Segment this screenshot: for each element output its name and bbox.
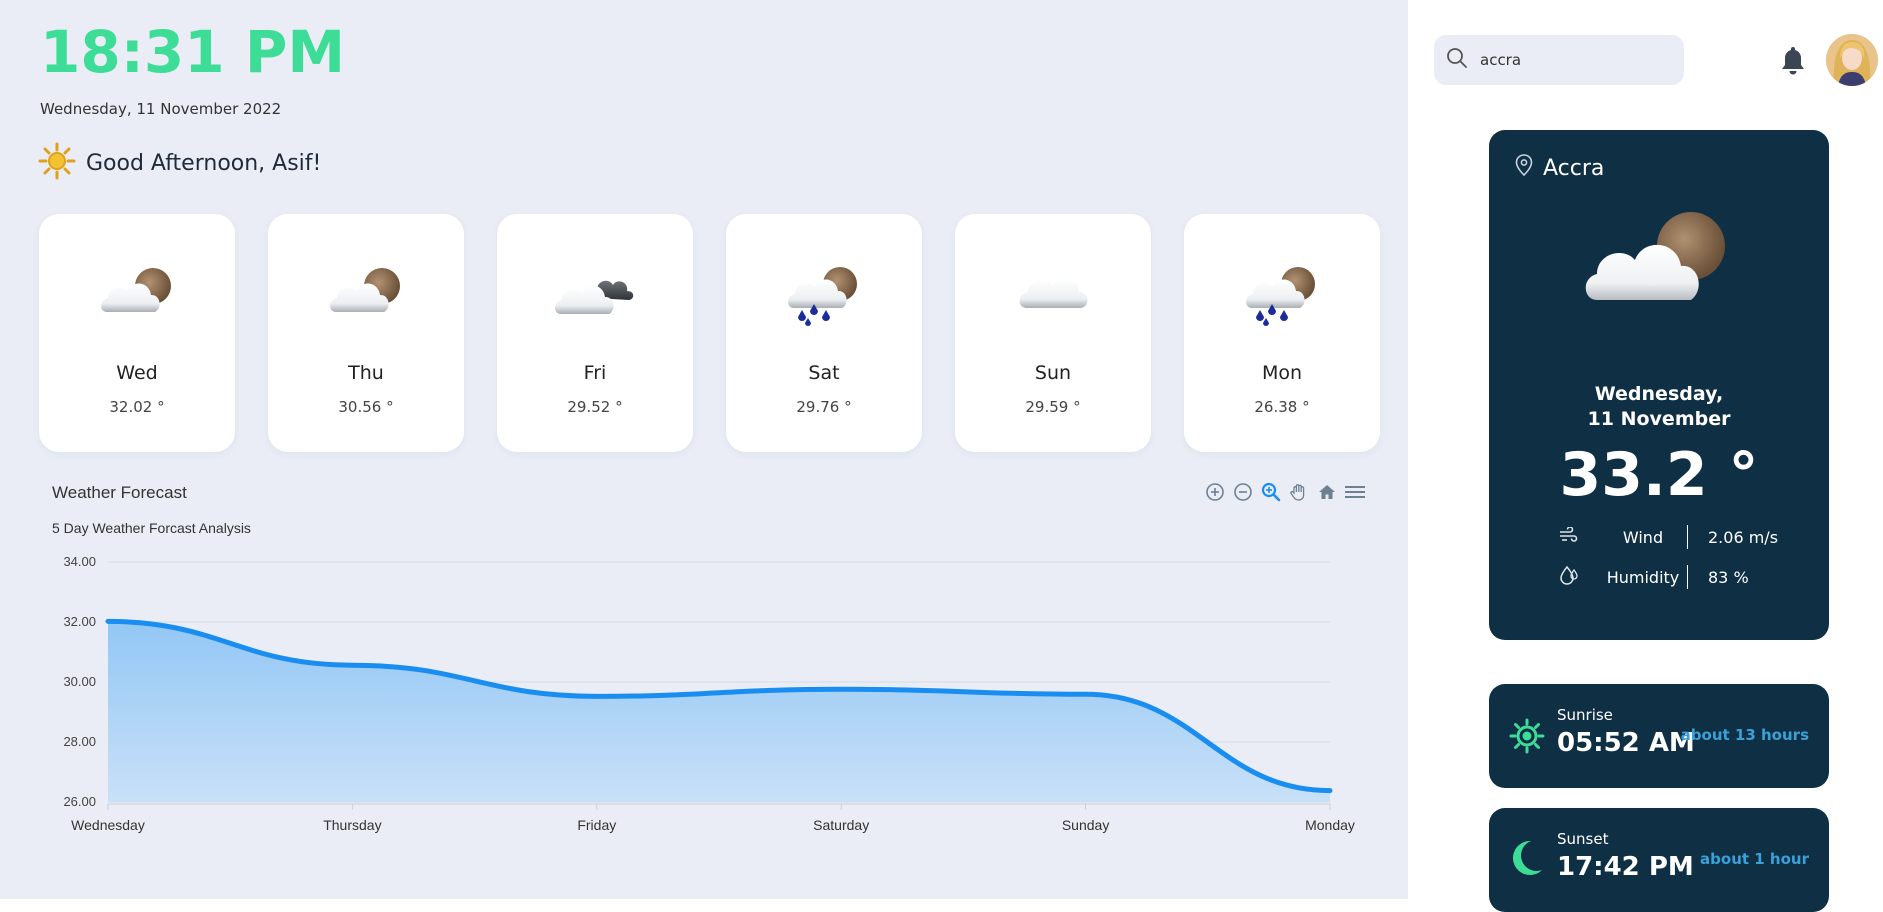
cloud-dark-cloud-icon [497, 264, 693, 334]
forecast-day: Sun [1034, 362, 1072, 384]
weather-forecast-chart: 34.00 32.00 30.00 28.00 26.00 Wednesday Thursd… [40, 475, 1380, 855]
sun-icon [38, 142, 76, 184]
forecast-card[interactable]: Thu 30.56 ° [268, 214, 464, 452]
location: Accra [1515, 154, 1604, 182]
forecast-card[interactable]: Wed 32.02 ° [39, 214, 235, 452]
chart-subtitle: 5 Day Weather Forcast Analysis [52, 520, 251, 536]
x-tick-label: Saturday [813, 817, 869, 833]
location-pin-icon [1515, 154, 1533, 182]
sunrise-relative: about 13 hours [1680, 726, 1809, 744]
sunrise-label: Sunrise [1557, 706, 1613, 724]
sunset-label: Sunset [1557, 830, 1609, 848]
forecast-card[interactable]: Sun 29.59 ° [955, 214, 1151, 452]
chart-toolbar [1204, 481, 1366, 503]
wind-label: Wind [1622, 527, 1664, 547]
wind-icon [1559, 526, 1599, 547]
greeting: Good Afternoon, Asif! [38, 142, 321, 184]
zoom-in-icon[interactable] [1204, 481, 1226, 503]
bell-icon[interactable] [1778, 44, 1808, 80]
clock: 18:31 PM [40, 18, 346, 86]
sunset-relative: about 1 hour [1700, 850, 1809, 868]
menu-icon[interactable] [1344, 481, 1366, 503]
forecast-cards: Wed 32.02 ° Thu 30.56 ° Fri 29.52 ° Sat 29.76 °… [39, 214, 1380, 452]
humidity-row: Humidity 83 % [1559, 565, 1799, 589]
humidity-value: 83 % [1708, 567, 1749, 587]
zoom-selection-icon[interactable] [1260, 481, 1282, 503]
rain-sun-icon [1184, 264, 1380, 334]
y-tick-label: 34.00 [63, 554, 96, 569]
forecast-day: Thu [348, 362, 384, 384]
search-box[interactable] [1434, 35, 1684, 85]
sidebar: Accra Wednesday, 11 November 33.2 ° Wind… [1408, 0, 1883, 912]
forecast-day: Mon [1261, 362, 1303, 384]
sunrise-card: Sunrise 05:52 AM about 13 hours [1489, 684, 1829, 788]
forecast-temp: 26.38 ° [1254, 398, 1310, 416]
current-date: Wednesday, 11 November 2022 [40, 100, 282, 118]
sunset-card: Sunset 17:42 PM about 1 hour [1489, 808, 1829, 912]
y-tick-label: 30.00 [63, 674, 96, 689]
x-tick-label: Wednesday [71, 817, 145, 833]
forecast-temp: 29.52 ° [567, 398, 623, 416]
cloud-icon [955, 264, 1151, 334]
forecast-day: Wed [116, 362, 158, 384]
wind-row: Wind 2.06 m/s [1559, 525, 1799, 549]
main-panel: 18:31 PM Wednesday, 11 November 2022 Goo… [0, 0, 1408, 899]
humidity-label: Humidity [1606, 567, 1680, 587]
reset-home-icon[interactable] [1316, 481, 1338, 503]
forecast-temp: 30.56 ° [338, 398, 394, 416]
y-tick-label: 28.00 [63, 734, 96, 749]
current-temperature: 33.2 ° [1559, 440, 1759, 510]
sunset-time: 17:42 PM [1557, 852, 1694, 882]
forecast-temp: 29.59 ° [1025, 398, 1081, 416]
forecast-temp: 32.02 ° [109, 398, 165, 416]
search-input[interactable] [1478, 50, 1672, 70]
forecast-card[interactable]: Mon 26.38 ° [1184, 214, 1380, 452]
x-tick-label: Thursday [323, 817, 381, 833]
forecast-day: Fri [583, 362, 607, 384]
current-weather-card: Accra Wednesday, 11 November 33.2 ° Wind… [1489, 130, 1829, 640]
cloud-sun-icon [39, 264, 235, 334]
x-tick-label: Friday [577, 817, 616, 833]
divider [1687, 565, 1688, 589]
forecast-temp: 29.76 ° [796, 398, 852, 416]
y-tick-label: 32.00 [63, 614, 96, 629]
x-tick-label: Monday [1305, 817, 1355, 833]
pan-icon[interactable] [1288, 481, 1310, 503]
rain-sun-icon [726, 264, 922, 334]
moon-icon [1509, 838, 1545, 882]
location-name: Accra [1543, 155, 1605, 181]
sunrise-icon [1509, 718, 1545, 758]
sunrise-time: 05:52 AM [1557, 728, 1695, 758]
cloud-sun-icon [1579, 208, 1739, 322]
humidity-icon [1559, 565, 1599, 589]
forecast-card[interactable]: Fri 29.52 ° [497, 214, 693, 452]
wind-value: 2.06 m/s [1708, 527, 1779, 547]
zoom-out-icon[interactable] [1232, 481, 1254, 503]
y-tick-label: 26.00 [63, 794, 96, 809]
divider [1687, 525, 1688, 549]
current-weather-date: Wednesday, 11 November [1587, 383, 1731, 430]
greeting-text: Good Afternoon, Asif! [86, 150, 322, 176]
forecast-card[interactable]: Sat 29.76 ° [726, 214, 922, 452]
cloud-sun-icon [268, 264, 464, 334]
chart-title: Weather Forecast [52, 483, 187, 502]
x-tick-label: Sunday [1062, 817, 1109, 833]
avatar[interactable] [1826, 34, 1878, 86]
search-icon [1446, 47, 1468, 73]
series-area [108, 621, 1330, 802]
forecast-day: Sat [808, 362, 840, 384]
